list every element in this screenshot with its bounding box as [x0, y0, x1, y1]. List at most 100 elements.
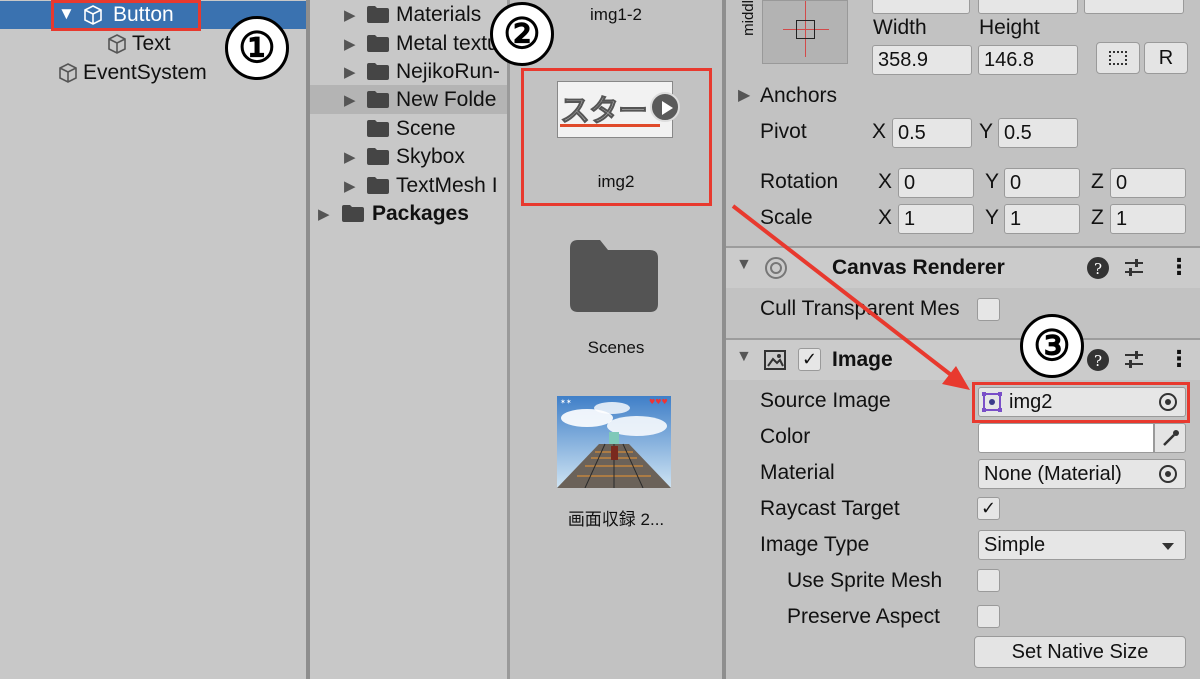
set-native-size-button[interactable]: Set Native Size: [974, 636, 1186, 668]
pivot-y-label: Y: [979, 120, 994, 143]
anchors-expand-arrow-icon[interactable]: ▶: [738, 85, 750, 105]
preset-sliders-icon[interactable]: [1123, 257, 1145, 279]
rotation-x-field[interactable]: 0: [898, 168, 974, 198]
raycast-target-label: Raycast Target: [760, 497, 900, 520]
scale-x-field[interactable]: 1: [898, 204, 974, 234]
scale-y-field[interactable]: 1: [1004, 204, 1080, 234]
kebab-menu-icon[interactable]: ⋮: [1168, 254, 1190, 280]
scale-label: Scale: [760, 206, 813, 229]
component-title: Canvas Renderer: [832, 256, 1005, 279]
annotation-badge-3: ③: [1020, 314, 1084, 378]
hierarchy-row-text[interactable]: Text: [106, 30, 171, 58]
help-icon[interactable]: ?: [1087, 349, 1109, 371]
highlight-box: [51, 0, 201, 31]
highlight-box: [972, 382, 1190, 423]
tree-item-new-folder[interactable]: ▶ New Folde: [310, 85, 508, 114]
material-field[interactable]: None (Material): [978, 459, 1186, 489]
rotation-y-field[interactable]: 0: [1004, 168, 1080, 198]
expand-arrow-icon[interactable]: ▶: [344, 63, 356, 81]
chevron-down-icon: [1162, 543, 1174, 550]
source-image-label: Source Image: [760, 389, 891, 412]
tree-item-textmesh[interactable]: ▶ TextMesh I: [310, 171, 508, 200]
expand-arrow-icon[interactable]: ▶: [318, 205, 330, 223]
rotation-label: Rotation: [760, 170, 839, 193]
expand-arrow-icon[interactable]: ▶: [344, 35, 356, 53]
tree-item-label: Metal textu: [396, 31, 499, 55]
image-enabled-checkbox[interactable]: ✓: [798, 348, 821, 371]
height-label: Height: [979, 16, 1040, 39]
asset-label[interactable]: Scenes: [510, 338, 722, 358]
hierarchy-label: EventSystem: [83, 61, 207, 84]
tree-item-nejikorun[interactable]: ▶ NejikoRun-: [310, 57, 508, 86]
tree-item-packages[interactable]: ▶ Packages: [310, 199, 508, 228]
tree-item-metal-textures[interactable]: ▶ Metal textu: [310, 29, 508, 58]
width-field[interactable]: 358.9: [872, 45, 972, 75]
width-label: Width: [873, 16, 927, 39]
tree-item-materials[interactable]: ▶ Materials: [310, 0, 508, 29]
heart-icon: ♥♥♥: [649, 398, 668, 406]
rotation-y-label: Y: [985, 170, 1000, 193]
raycast-target-checkbox[interactable]: ✓: [977, 497, 1000, 520]
folder-icon: [367, 148, 389, 165]
collapse-arrow-icon[interactable]: ▼: [736, 256, 752, 274]
inspector-panel: middl Width Height 358.9 146.8 R ▶ Ancho…: [726, 0, 1200, 679]
canvas-renderer-icon: [765, 257, 787, 279]
raw-edit-button[interactable]: R: [1144, 42, 1188, 74]
tree-item-label: Skybox: [396, 144, 465, 168]
anchor-preset-button[interactable]: [762, 0, 848, 64]
folder-icon: [367, 91, 389, 108]
tree-item-label: New Folde: [396, 87, 497, 111]
tree-item-label: NejikoRun-: [396, 59, 500, 83]
folder-icon[interactable]: [570, 240, 658, 312]
color-swatch[interactable]: [978, 423, 1154, 453]
eyedropper-button[interactable]: [1154, 423, 1186, 453]
pos-x-field[interactable]: [872, 0, 970, 14]
image-type-dropdown[interactable]: Simple: [978, 530, 1186, 560]
highlight-box: [521, 68, 712, 206]
use-sprite-mesh-checkbox[interactable]: [977, 569, 1000, 592]
expand-arrow-icon[interactable]: ▶: [344, 148, 356, 166]
annotation-badge-1: ①: [225, 16, 289, 80]
hierarchy-panel: ▼ Button Text EventSystem ①: [0, 0, 306, 679]
canvas-renderer-header[interactable]: ▼ Canvas Renderer ? ⋮: [726, 246, 1200, 288]
pos-z-field[interactable]: [1084, 0, 1184, 14]
expand-arrow-icon[interactable]: ▶: [344, 6, 356, 24]
folder-icon: [367, 177, 389, 194]
object-picker-icon[interactable]: [1158, 464, 1178, 484]
image-component-icon: [764, 350, 786, 370]
kebab-menu-icon[interactable]: ⋮: [1168, 346, 1190, 372]
expand-arrow-icon[interactable]: ▶: [344, 177, 356, 195]
cull-transparent-checkbox[interactable]: [977, 298, 1000, 321]
project-asset-grid: img1-2 スター img2 Scenes ✶✶ ♥♥♥ 画面収録 2... …: [490, 0, 722, 679]
height-field[interactable]: 146.8: [978, 45, 1078, 75]
project-folder-tree: ▶ Materials ▶ Metal textu ▶ NejikoRun- ▶…: [310, 0, 508, 679]
use-sprite-mesh-label: Use Sprite Mesh: [787, 569, 943, 592]
folder-icon: [342, 205, 364, 222]
scale-z-field[interactable]: 1: [1110, 204, 1186, 234]
blueprint-mode-button[interactable]: [1096, 42, 1140, 74]
hierarchy-row-eventsystem[interactable]: EventSystem: [57, 59, 207, 87]
expand-arrow-icon[interactable]: ▶: [344, 91, 356, 109]
tree-item-skybox[interactable]: ▶ Skybox: [310, 142, 508, 171]
asset-thumbnail-recording[interactable]: ✶✶ ♥♥♥: [557, 396, 671, 488]
asset-label[interactable]: 画面収録 2...: [510, 505, 722, 530]
hierarchy-label: Text: [132, 32, 171, 55]
gameobject-icon: [59, 63, 77, 83]
pivot-y-field[interactable]: 0.5: [998, 118, 1078, 148]
folder-icon: [367, 35, 389, 52]
anchors-label[interactable]: Anchors: [760, 84, 837, 108]
tree-item-scene[interactable]: Scene: [310, 114, 508, 143]
tree-item-label: Scene: [396, 116, 456, 140]
preserve-aspect-checkbox[interactable]: [977, 605, 1000, 628]
material-label: Material: [760, 461, 835, 484]
annotation-badge-2: ②: [490, 2, 554, 66]
help-icon[interactable]: ?: [1087, 257, 1109, 279]
image-type-label: Image Type: [760, 533, 870, 556]
preset-sliders-icon[interactable]: [1123, 349, 1145, 371]
collapse-arrow-icon[interactable]: ▼: [736, 348, 752, 366]
pos-y-field[interactable]: [978, 0, 1078, 14]
gameobject-icon: [108, 34, 126, 54]
pivot-x-field[interactable]: 0.5: [892, 118, 972, 148]
rotation-z-field[interactable]: 0: [1110, 168, 1186, 198]
image-component-header[interactable]: ▼ ✓ Image ? ⋮: [726, 338, 1200, 380]
